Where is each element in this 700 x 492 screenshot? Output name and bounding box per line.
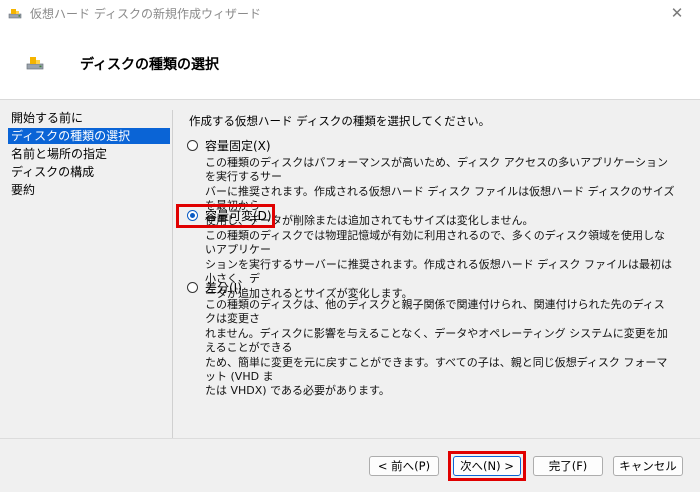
differencing-label[interactable]: 差分(I) — [205, 279, 242, 296]
fixed-size-label[interactable]: 容量固定(X) — [205, 137, 271, 154]
wizard-window: 仮想ハード ディスクの新規作成ウィザード ✕ ディスクの種類の選択 開始する前に… — [0, 0, 700, 492]
close-button[interactable]: ✕ — [654, 0, 700, 26]
differencing-description: この種類のディスクは、他のディスクと親子関係で関連付けられ、関連付けられた先のデ… — [205, 298, 668, 398]
disk-icon — [26, 57, 44, 70]
fixed-size-radio[interactable] — [187, 140, 198, 151]
page-title: ディスクの種類の選択 — [80, 57, 220, 73]
close-icon: ✕ — [670, 4, 684, 22]
dynamic-size-label[interactable]: 容量可変(D) — [205, 207, 272, 224]
title-bar[interactable]: 仮想ハード ディスクの新規作成ウィザード ✕ — [0, 0, 700, 26]
finish-button[interactable]: 完了(F) — [533, 456, 603, 476]
fixed-size-description: この種類のディスクはパフォーマンスが高いため、ディスク アクセスの多いアプリケー… — [205, 156, 675, 227]
wizard-steps: 開始する前に ディスクの種類の選択 名前と場所の指定 ディスクの構成 要約 — [0, 100, 172, 438]
step-before-you-begin[interactable]: 開始する前に — [8, 110, 170, 126]
step-name-and-location[interactable]: 名前と場所の指定 — [8, 146, 170, 162]
disk-app-icon — [8, 9, 22, 19]
dynamic-size-radio[interactable] — [187, 210, 198, 221]
footer-divider — [0, 438, 700, 439]
window-title: 仮想ハード ディスクの新規作成ウィザード — [30, 7, 261, 21]
next-button[interactable]: 次へ(N) > — [453, 456, 521, 476]
differencing-radio[interactable] — [187, 282, 198, 293]
prev-button[interactable]: < 前へ(P) — [369, 456, 439, 476]
step-choose-disk-type[interactable]: ディスクの種類の選択 — [8, 128, 170, 144]
intro-text: 作成する仮想ハード ディスクの種類を選択してください。 — [189, 114, 491, 128]
cancel-button[interactable]: キャンセル — [613, 456, 683, 476]
content-panel: 作成する仮想ハード ディスクの種類を選択してください。 容量固定(X) この種類… — [173, 100, 700, 438]
dynamic-size-description: この種類のディスクでは物理記憶域が有効に利用されるので、多くのディスク領域を使用… — [205, 229, 673, 300]
page-header: ディスクの種類の選択 — [0, 26, 700, 100]
step-configure-disk[interactable]: ディスクの構成 — [8, 164, 170, 180]
step-summary[interactable]: 要約 — [8, 182, 170, 198]
